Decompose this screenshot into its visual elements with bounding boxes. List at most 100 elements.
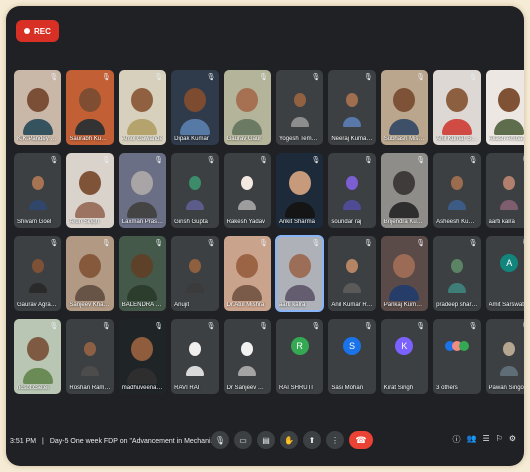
participant-tile[interactable]: 🎙 Akash Ambatkar (485, 70, 524, 145)
participant-tile[interactable]: 🎙 Anujit (171, 236, 219, 311)
mic-muted-icon: 🎙 (259, 240, 268, 247)
participant-tile[interactable]: 🎙 Dr Sanjeev Goyal (223, 319, 271, 394)
host-controls-icon[interactable]: ⚙ (509, 434, 516, 445)
record-dot-icon (24, 28, 30, 34)
participant-tile[interactable]: 🎙 Pawan Singotia (485, 319, 524, 394)
mic-icon[interactable]: 🎙 (211, 431, 229, 449)
others-avatar-stack (444, 341, 469, 351)
participant-tile[interactable]: 🎙 Roshan Raman (66, 319, 114, 394)
participant-tile[interactable]: 🎙 Dr.Atul Mishra (223, 236, 271, 311)
info-icon[interactable]: ⓘ (453, 434, 461, 445)
participant-tile[interactable]: 🎙 Brijendra Kum... (380, 153, 429, 228)
participant-tile[interactable]: 🎙 Neeraj Kumar P... (328, 70, 376, 145)
participant-face (79, 254, 102, 278)
participant-tile[interactable]: 🎙 Ankit Sharma (275, 153, 324, 228)
participant-name: pradeep sharma (436, 302, 478, 308)
participant-tile[interactable]: 🎙 Gaurav Gaur (223, 70, 271, 145)
meeting-time: 3:51 PM (10, 438, 37, 445)
participant-tile[interactable]: A🎙 Amit Sarswat (485, 236, 524, 311)
participant-avatar: K (395, 337, 414, 355)
participant-tile[interactable]: 🎙 Laxman Prasad (118, 153, 167, 228)
participant-face (131, 254, 154, 278)
mic-muted-icon: 🎙 (154, 240, 164, 247)
participant-tile[interactable]: 🎙 Dipak Kumar (171, 70, 219, 145)
meeting-time-title: 3:51 PM | Day-5 One week FDP on "Advance… (10, 438, 216, 445)
camera-icon[interactable]: ▭ (234, 431, 252, 449)
participant-shoulders (81, 366, 100, 376)
participant-name: Asheesh Kumar (436, 219, 478, 225)
participant-shoulders (127, 368, 158, 384)
participant-tile[interactable]: 🎙 Arun Singh (66, 153, 114, 228)
mic-muted-icon: 🎙 (363, 157, 373, 164)
participant-face (26, 337, 49, 361)
mic-muted-icon: 🎙 (259, 157, 268, 164)
participant-tile[interactable]: 🎙 Saurabh Kumar (66, 70, 114, 145)
call-controls: 🎙 ▭ ▤ ✋ ⬆ ⋮ ☎ (211, 431, 373, 449)
mic-muted-icon: 🎙 (49, 74, 59, 81)
participant-shoulders (127, 202, 158, 218)
participant-face (31, 176, 44, 190)
participant-name: K.K.Pandey P... (17, 136, 59, 142)
participant-tile[interactable]: 🎙 Rakesh Yadav (223, 153, 271, 228)
mic-muted-icon: 🎙 (206, 74, 216, 81)
participant-name: Gaurav Agrawal (17, 302, 59, 308)
participant-tile[interactable]: 🎙 Amol Gawande (118, 70, 167, 145)
mic-muted-icon: 🎙 (49, 240, 59, 247)
participant-name: Subhash Mishra (383, 136, 426, 142)
participant-face (503, 176, 516, 190)
participant-tile[interactable]: 🎙 Anil Kumar Sh... (433, 70, 481, 145)
raise-hand-icon[interactable]: ✋ (280, 431, 298, 449)
participant-tile[interactable]: 🎙 3 others (433, 319, 481, 394)
present-icon[interactable]: ⬆ (303, 431, 321, 449)
mic-muted-icon: 🎙 (416, 157, 426, 164)
participant-tile[interactable]: 🎙 Subhash Mishra (380, 70, 429, 145)
more-icon[interactable]: ⋮ (326, 431, 344, 449)
meeting-separator: | (42, 438, 44, 445)
participant-tile[interactable]: S 🎙 Sasi Mohan (328, 319, 376, 394)
participant-name: Arun Singh (69, 219, 100, 225)
captions-icon[interactable]: ▤ (257, 431, 275, 449)
participant-tile[interactable]: 🎙 Girish Gupta (171, 153, 219, 228)
participant-tile[interactable]: 🎙 Pankaj Kumar... (380, 236, 429, 311)
mic-muted-icon: 🎙 (521, 73, 524, 81)
participant-face (450, 176, 463, 190)
leave-call-icon[interactable]: ☎ (349, 431, 373, 449)
mic-muted-icon: 🎙 (101, 74, 111, 81)
participant-tile[interactable]: 🎙 BALENDRA BH... (118, 236, 167, 311)
mic-muted-icon: 🎙 (101, 240, 111, 247)
participant-tile[interactable]: 🎙 aarti kalra (274, 235, 325, 312)
participant-tile[interactable]: K 🎙 Kirat Singh (380, 319, 429, 394)
participant-tile[interactable]: 🎙 pradeep sharma (433, 236, 481, 311)
participant-shoulders (284, 202, 315, 218)
participant-tile[interactable]: 🎙 aarti kalra (485, 153, 524, 228)
chat-icon[interactable]: ☰ (482, 434, 489, 445)
mic-muted-icon: 🎙 (416, 240, 426, 247)
participant-tile[interactable]: 🎙 Sanjeev Khandel... (66, 236, 114, 311)
participant-tile[interactable]: 🎙 Gaurav Agrawal (14, 236, 62, 311)
participant-tile[interactable]: 🎙 madhuveena s... (118, 319, 167, 394)
participant-tile[interactable]: 🎙 Shivam Goel (14, 153, 62, 228)
participant-name: Sanjeev Khandel... (69, 302, 111, 308)
participant-tile[interactable]: R 🎙 RAI SHRUTI (275, 319, 324, 394)
participant-tile[interactable]: 🎙 RAVI RAI (171, 319, 219, 394)
participant-name: Dr Sanjeev Goyal (226, 385, 268, 391)
participant-tile[interactable]: 🎙 K.K.Pandey P... (14, 70, 62, 145)
activities-icon[interactable]: ⚐ (496, 434, 503, 445)
mic-muted-icon: 🎙 (416, 74, 426, 81)
mic-muted-icon: 🎙 (363, 240, 373, 247)
participant-face (188, 342, 201, 356)
people-icon[interactable]: 👥 (467, 434, 477, 445)
participant-tile[interactable]: 🎙 Asheesh Kumar (433, 153, 481, 228)
participant-name: Gaurav Gaur (226, 136, 262, 142)
participant-name: RAVI RAI (174, 385, 200, 391)
participant-tile[interactable]: 🎙 ncsbt.cse.ei (14, 319, 62, 394)
participant-name: Anil Kumar Sh... (436, 136, 478, 142)
participant-name: 3 others (436, 385, 458, 391)
participant-tile[interactable]: 🎙 soundar raj (328, 153, 376, 228)
participant-tile[interactable]: 🎙 Anil Kumar Rao (328, 236, 376, 311)
participant-tile[interactable]: 🎙 Yogesh Tembhu... (275, 70, 324, 145)
participant-name: Girish Gupta (174, 219, 208, 225)
participant-name: Pawan Singotia (488, 385, 524, 391)
participant-name: Laxman Prasad (121, 219, 164, 225)
participant-shoulders (500, 200, 519, 210)
